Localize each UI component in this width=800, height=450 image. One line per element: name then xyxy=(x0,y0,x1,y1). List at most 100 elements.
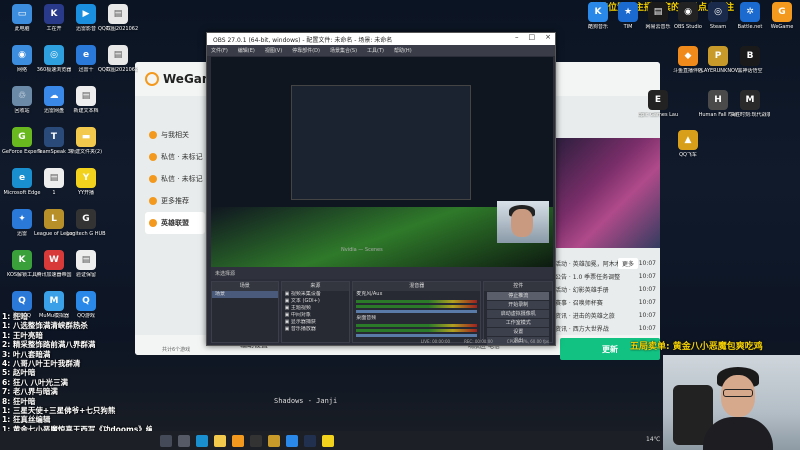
volume-slider[interactable] xyxy=(356,310,478,313)
desktop-icon-left-25[interactable]: Q QQ游戏 xyxy=(66,291,106,319)
news-list-item[interactable]: 活动 · 英雄加冕，阿木木献 10:07 xyxy=(555,257,660,270)
taskbar-qq-icon[interactable] xyxy=(286,434,298,447)
chat-line: 6: 狂八 八叶光三满 xyxy=(2,377,68,387)
source-item[interactable]: ▣ 主题视频 xyxy=(282,305,350,312)
news-list-item[interactable]: 资讯 · 西方大世界战 10:07 xyxy=(555,322,660,335)
wegame-game-banner[interactable] xyxy=(555,138,660,248)
obs-control-button[interactable]: 工作室模式 xyxy=(487,319,549,327)
source-item[interactable]: ▣ 文本 (GDI+) xyxy=(282,298,350,305)
obs-preview[interactable]: Nvidia — Scenes xyxy=(211,57,553,267)
news-list-item[interactable]: 活动 · 幻影英雄手册 10:07 xyxy=(555,283,660,296)
obs-menu-item[interactable]: 停靠部件(D) xyxy=(292,47,320,54)
scenes-dock-title: 场景 xyxy=(212,282,278,291)
wegame-nav-item-message-1[interactable]: 私信 · 未标记 xyxy=(145,146,205,168)
desktop-icon-label: QQ截图20210627... xyxy=(98,67,138,73)
taskbar-wegame-icon[interactable] xyxy=(232,434,244,447)
news-list-item[interactable]: 赛事 · 召唤师杯赛 10:07 xyxy=(555,296,660,309)
desktop-icon-left-13[interactable]: ▬ 新建文件夹(2) xyxy=(66,127,106,155)
mixer-channel-label: 麦克风/Aux xyxy=(356,291,383,297)
obs-control-button[interactable]: 设置 xyxy=(487,328,549,336)
obs-control-button[interactable]: 开始录制 xyxy=(487,301,549,309)
app-icon: G xyxy=(76,209,96,229)
obs-titlebar[interactable]: OBS 27.0.1 (64-bit, windows) - 配置文件: 未命名… xyxy=(207,33,555,45)
desktop-icon-right-10[interactable]: E Epic Games Launcher xyxy=(638,90,678,118)
chat-line: 1: 王叶亮暗 xyxy=(2,330,43,340)
lol-icon xyxy=(149,219,157,227)
glasses-icon xyxy=(723,389,753,397)
controls-dock: 控件 停止推流 开始录制 启动虚拟摄像机 工作室模式 设置 退出 xyxy=(483,281,553,345)
obs-control-button[interactable]: 启动虚拟摄像机 xyxy=(487,310,549,318)
desktop-icon-left-22[interactable]: ▤ 验证保留 xyxy=(66,250,106,278)
taskbar-obs-icon[interactable] xyxy=(250,434,262,447)
app-icon: K xyxy=(588,2,608,22)
taskbar-search-icon[interactable] xyxy=(160,434,172,447)
desktop-icon-label: 新建文件夹(2) xyxy=(69,149,103,155)
close-icon[interactable]: × xyxy=(545,33,551,41)
obs-menu-item[interactable]: 场景集合(S) xyxy=(330,47,357,54)
desktop-icon-left-19[interactable]: G Logitech G HUB xyxy=(66,209,106,237)
obs-menu-item[interactable]: 文件(F) xyxy=(211,47,228,54)
wegame-nav-item-message-2[interactable]: 私信 · 未标记 xyxy=(145,168,205,190)
taskbar-task-view-icon[interactable] xyxy=(178,434,190,447)
desktop-icon-label: QQ飞车 xyxy=(679,152,697,158)
desktop-icon-right-6[interactable]: G WeGame xyxy=(762,2,800,30)
obs-menu-item[interactable]: 工具(T) xyxy=(367,47,384,54)
scene-item[interactable]: 场景 xyxy=(212,291,278,298)
taskbar-edge-icon[interactable] xyxy=(196,434,208,447)
wegame-nav-item-recommend[interactable]: 更多推荐 xyxy=(145,190,205,212)
app-icon: ▤ xyxy=(108,4,128,24)
star-icon xyxy=(149,197,157,205)
weather-widget[interactable]: 14℃ xyxy=(646,436,660,443)
news-title: 资讯 · 西方大世界战 xyxy=(555,326,609,333)
taskbar-lol-icon[interactable] xyxy=(268,434,280,447)
chat-line: 1: 狂真丝编辑 xyxy=(2,415,51,425)
mixer-dock: 混音器 麦克风/Aux 桌面音频 xyxy=(352,281,482,343)
taskbar-steam-icon[interactable] xyxy=(304,434,316,447)
news-time: 10:07 xyxy=(638,273,656,280)
desktop-icon-right-12[interactable]: M 决胜时刻:现代战争 xyxy=(730,90,770,118)
obs-menu-item[interactable]: 帮助(H) xyxy=(394,47,412,54)
minimize-icon[interactable]: – xyxy=(515,33,519,41)
chat-line: 8: 狂叶暗 xyxy=(2,396,36,406)
desktop-icon-right-9[interactable]: B 黑神话悟空 xyxy=(730,46,770,74)
app-icon: ▭ xyxy=(12,4,32,24)
chat-line: 1: 三星天使+三星佛爷+七只狗熊 xyxy=(2,406,116,416)
news-list-item[interactable]: 资讯 · 进击的英雄之旅 10:07 xyxy=(555,309,660,322)
app-icon: e xyxy=(76,45,96,65)
desktop-icon-left-3[interactable]: ▤ QQ截图20210627... xyxy=(98,4,138,32)
news-title: 活动 · 英雄加冕，阿木木献 xyxy=(555,261,627,268)
wallpaper-caption: Shadows - Janji xyxy=(274,397,338,405)
app-icon: ◎ xyxy=(708,2,728,22)
desktop-icon-label: 新建文本档 xyxy=(73,108,99,114)
source-item[interactable]: ▣ 中间对象 xyxy=(282,312,350,319)
wegame-nav-item-related[interactable]: 与我相关 xyxy=(145,124,205,146)
app-icon: ♲ xyxy=(12,86,32,106)
maximize-icon[interactable]: □ xyxy=(529,33,536,41)
news-list-item[interactable]: 公告 · 1.0 季票任务调整 10:07 xyxy=(555,270,660,283)
streamer-body xyxy=(703,417,773,450)
app-icon: ◉ xyxy=(12,45,32,65)
app-icon: K xyxy=(44,4,64,24)
source-item[interactable]: ▣ 显示器捕获 xyxy=(282,319,350,326)
wegame-nav-item-lol[interactable]: 英雄联盟 xyxy=(145,212,205,234)
app-icon: ★ xyxy=(618,2,638,22)
obs-menu-item[interactable]: 编辑(E) xyxy=(238,47,255,54)
streamer-webcam xyxy=(663,355,800,450)
app-icon: M xyxy=(44,291,64,311)
obs-control-button[interactable]: 停止推流 xyxy=(487,292,549,300)
source-item[interactable]: ▣ 音乐播放器 xyxy=(282,326,350,333)
preview-nested-obs xyxy=(291,85,471,200)
wegame-more-button[interactable]: 更多 xyxy=(618,258,639,269)
taskbar-yy-icon[interactable] xyxy=(322,434,334,447)
taskbar-folder-icon[interactable] xyxy=(214,434,226,447)
desktop-icon-right-13[interactable]: ▲ QQ飞车 xyxy=(668,130,708,158)
app-icon: ▤ xyxy=(76,86,96,106)
desktop-icon-left-7[interactable]: ▤ QQ截图20210627... xyxy=(98,45,138,73)
source-item[interactable]: ▣ 视频采集设备 xyxy=(282,291,350,298)
obs-menu-item[interactable]: 视图(V) xyxy=(265,47,282,54)
message-icon xyxy=(149,175,157,183)
message-icon xyxy=(149,153,157,161)
desktop-icon-left-10[interactable]: ▤ 新建文本档 xyxy=(66,86,106,114)
app-icon: ▲ xyxy=(678,130,698,150)
desktop-icon-left-16[interactable]: Y YY开播 xyxy=(66,168,106,196)
